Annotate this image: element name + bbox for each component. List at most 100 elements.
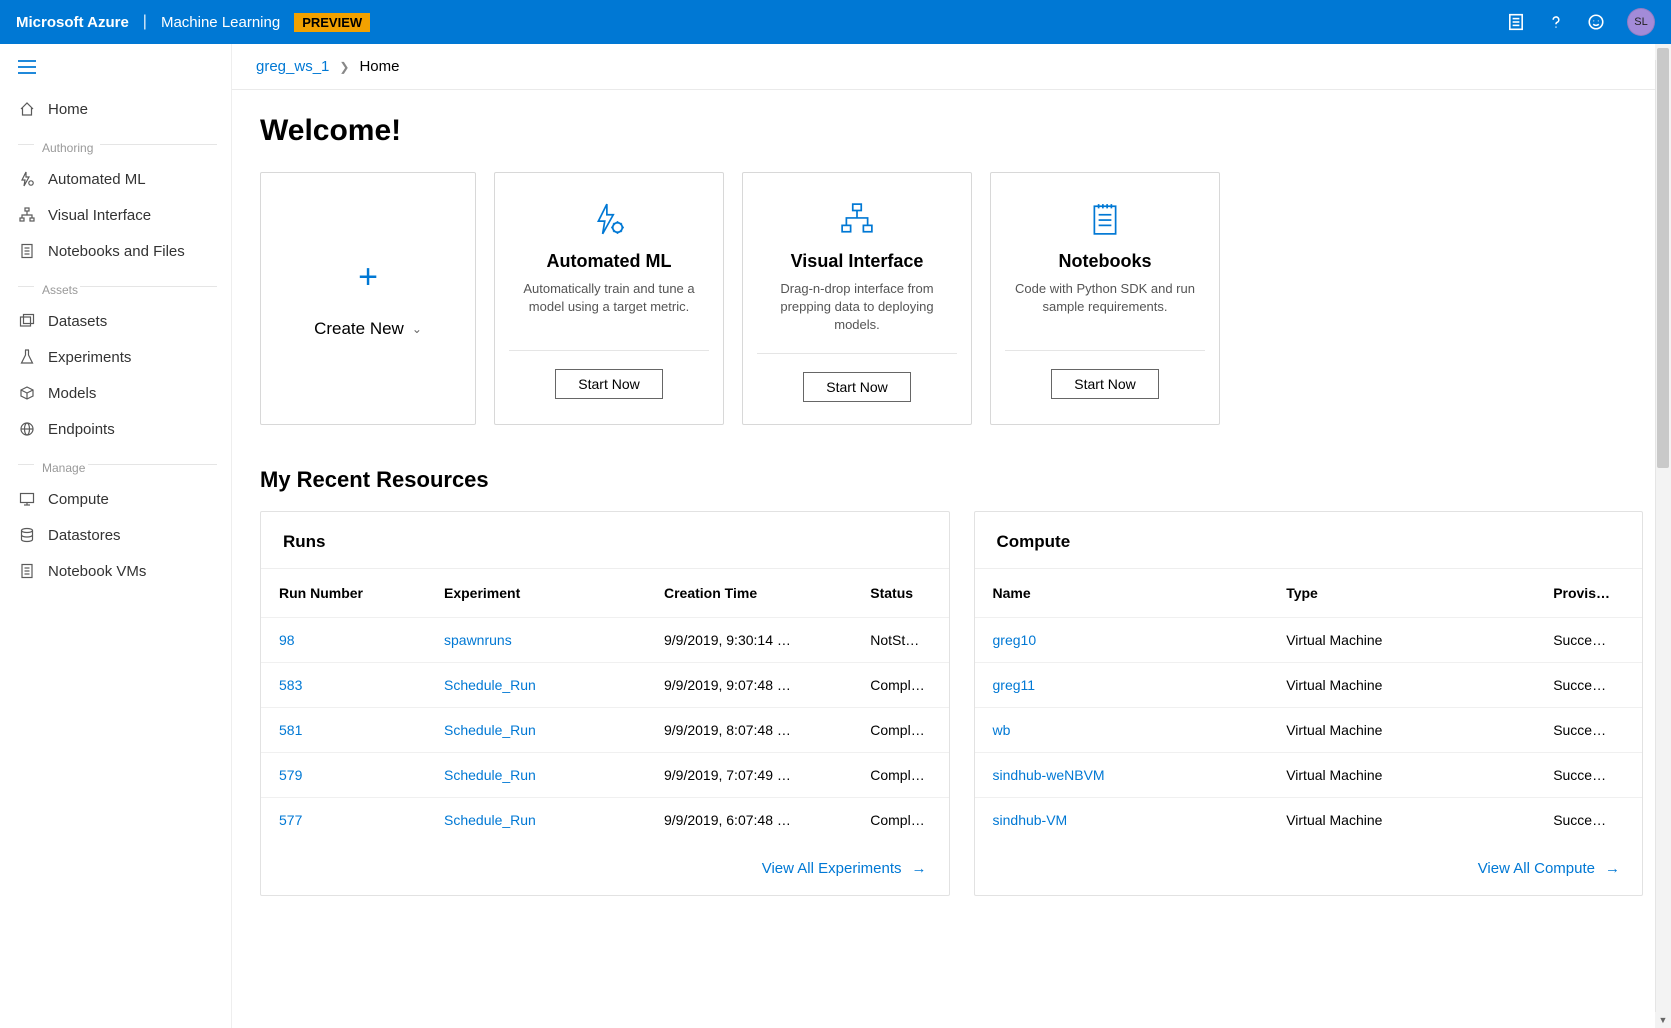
compute-name-link[interactable]: greg11 <box>975 662 1269 707</box>
col-run-number[interactable]: Run Number <box>261 569 426 618</box>
table-row[interactable]: greg11Virtual MachineSucce… <box>975 662 1642 707</box>
scrollbar-thumb[interactable] <box>1657 48 1669 468</box>
scroll-down-icon[interactable]: ▼ <box>1655 1012 1671 1028</box>
table-header-row: Name Type Provis… <box>975 569 1642 618</box>
compute-name-link[interactable]: sindhub-weNBVM <box>975 752 1269 797</box>
sidebar-section-authoring: Authoring <box>0 127 231 161</box>
run-status: Compl… <box>852 707 948 752</box>
card-automl: Automated ML Automatically train and tun… <box>494 172 724 425</box>
run-number-link[interactable]: 579 <box>261 752 426 797</box>
table-row[interactable]: sindhub-weNBVMVirtual MachineSucce… <box>975 752 1642 797</box>
product-name[interactable]: Machine Learning <box>161 14 280 31</box>
table-row[interactable]: 583Schedule_Run9/9/2019, 9:07:48 …Compl… <box>261 662 949 707</box>
sidebar-item-experiments[interactable]: Experiments <box>0 339 231 375</box>
panel-foot: View All Compute → <box>975 842 1642 895</box>
scrollbar[interactable]: ▲ ▼ <box>1655 44 1671 1028</box>
sidebar-item-notebook-vms[interactable]: Notebook VMs <box>0 553 231 589</box>
experiment-link[interactable]: Schedule_Run <box>426 707 646 752</box>
table-row[interactable]: wbVirtual MachineSucce… <box>975 707 1642 752</box>
compute-name-link[interactable]: greg10 <box>975 617 1269 662</box>
compute-status: Succe… <box>1535 617 1642 662</box>
table-row[interactable]: greg10Virtual MachineSucce… <box>975 617 1642 662</box>
sidebar-item-label: Models <box>48 385 96 402</box>
sidebar-item-label: Endpoints <box>48 421 115 438</box>
resource-panels: Runs Run Number Experiment Creation Time… <box>260 511 1643 896</box>
compute-status: Succe… <box>1535 707 1642 752</box>
experiment-link[interactable]: spawnruns <box>426 617 646 662</box>
panel-title: Runs <box>261 512 949 569</box>
compute-name-link[interactable]: wb <box>975 707 1269 752</box>
sidebar-item-label: Notebook VMs <box>48 563 146 580</box>
creation-time: 9/9/2019, 8:07:48 … <box>646 707 852 752</box>
col-provisioning[interactable]: Provis… <box>1535 569 1642 618</box>
col-creation-time[interactable]: Creation Time <box>646 569 852 618</box>
notepad-icon[interactable] <box>1507 13 1525 31</box>
datasets-icon <box>18 312 36 330</box>
col-status[interactable]: Status <box>852 569 948 618</box>
avatar[interactable]: SL <box>1627 8 1655 36</box>
arrow-right-icon: → <box>1605 860 1620 877</box>
welcome-cards: + Create New ⌄ Automated ML Automaticall… <box>260 172 1643 425</box>
sidebar-item-datasets[interactable]: Datasets <box>0 303 231 339</box>
run-number-link[interactable]: 581 <box>261 707 426 752</box>
col-experiment[interactable]: Experiment <box>426 569 646 618</box>
topbar-right: SL <box>1507 8 1655 36</box>
table-row[interactable]: sindhub-VMVirtual MachineSucce… <box>975 797 1642 842</box>
topbar-left: Microsoft Azure | Machine Learning PREVI… <box>16 13 1507 32</box>
sidebar-item-datastores[interactable]: Datastores <box>0 517 231 553</box>
lightning-gear-icon <box>592 201 626 237</box>
sidebar-item-compute[interactable]: Compute <box>0 481 231 517</box>
preview-badge: PREVIEW <box>294 13 370 32</box>
breadcrumb-workspace[interactable]: greg_ws_1 <box>256 58 329 75</box>
creation-time: 9/9/2019, 6:07:48 … <box>646 797 852 842</box>
help-icon[interactable] <box>1547 13 1565 31</box>
create-new-card[interactable]: + Create New ⌄ <box>260 172 476 425</box>
database-icon <box>18 526 36 544</box>
card-desc: Code with Python SDK and run sample requ… <box>1005 280 1205 332</box>
create-new-label: Create New ⌄ <box>314 319 422 339</box>
compute-status: Succe… <box>1535 797 1642 842</box>
compute-panel: Compute Name Type Provis… greg10Virtual … <box>974 511 1643 896</box>
compute-status: Succe… <box>1535 752 1642 797</box>
page-title: Welcome! <box>260 114 1643 148</box>
hamburger-icon[interactable] <box>0 56 231 91</box>
sidebar-item-automl[interactable]: Automated ML <box>0 161 231 197</box>
sidebar-item-models[interactable]: Models <box>0 375 231 411</box>
start-now-button[interactable]: Start Now <box>555 369 662 399</box>
view-all-compute-link[interactable]: View All Compute → <box>1478 860 1620 877</box>
view-all-experiments-link[interactable]: View All Experiments → <box>762 860 927 877</box>
run-status: Compl… <box>852 797 948 842</box>
run-number-link[interactable]: 583 <box>261 662 426 707</box>
chevron-right-icon: ❯ <box>339 60 349 74</box>
compute-type: Virtual Machine <box>1268 707 1535 752</box>
compute-type: Virtual Machine <box>1268 752 1535 797</box>
run-status: Compl… <box>852 662 948 707</box>
sitemap-icon <box>18 206 36 224</box>
sidebar-section-manage: Manage <box>0 447 231 481</box>
runs-table: Run Number Experiment Creation Time Stat… <box>261 569 949 842</box>
col-type[interactable]: Type <box>1268 569 1535 618</box>
table-row[interactable]: 577Schedule_Run9/9/2019, 6:07:48 …Compl… <box>261 797 949 842</box>
col-name[interactable]: Name <box>975 569 1269 618</box>
sidebar-item-home[interactable]: Home <box>0 91 231 127</box>
feedback-icon[interactable] <box>1587 13 1605 31</box>
start-now-button[interactable]: Start Now <box>1051 369 1158 399</box>
card-desc: Drag-n-drop interface from prepping data… <box>757 280 957 335</box>
experiment-link[interactable]: Schedule_Run <box>426 797 646 842</box>
table-row[interactable]: 581Schedule_Run9/9/2019, 8:07:48 …Compl… <box>261 707 949 752</box>
compute-name-link[interactable]: sindhub-VM <box>975 797 1269 842</box>
view-all-label: View All Experiments <box>762 860 902 877</box>
experiment-link[interactable]: Schedule_Run <box>426 752 646 797</box>
card-visual-interface: Visual Interface Drag-n-drop interface f… <box>742 172 972 425</box>
sidebar-item-endpoints[interactable]: Endpoints <box>0 411 231 447</box>
card-divider <box>1005 350 1205 351</box>
run-number-link[interactable]: 98 <box>261 617 426 662</box>
sidebar-item-visual-interface[interactable]: Visual Interface <box>0 197 231 233</box>
experiment-link[interactable]: Schedule_Run <box>426 662 646 707</box>
app-title[interactable]: Microsoft Azure <box>16 14 129 31</box>
table-row[interactable]: 579Schedule_Run9/9/2019, 7:07:49 …Compl… <box>261 752 949 797</box>
sidebar-item-notebooks-files[interactable]: Notebooks and Files <box>0 233 231 269</box>
table-row[interactable]: 98spawnruns9/9/2019, 9:30:14 …NotSt… <box>261 617 949 662</box>
start-now-button[interactable]: Start Now <box>803 372 910 402</box>
run-number-link[interactable]: 577 <box>261 797 426 842</box>
